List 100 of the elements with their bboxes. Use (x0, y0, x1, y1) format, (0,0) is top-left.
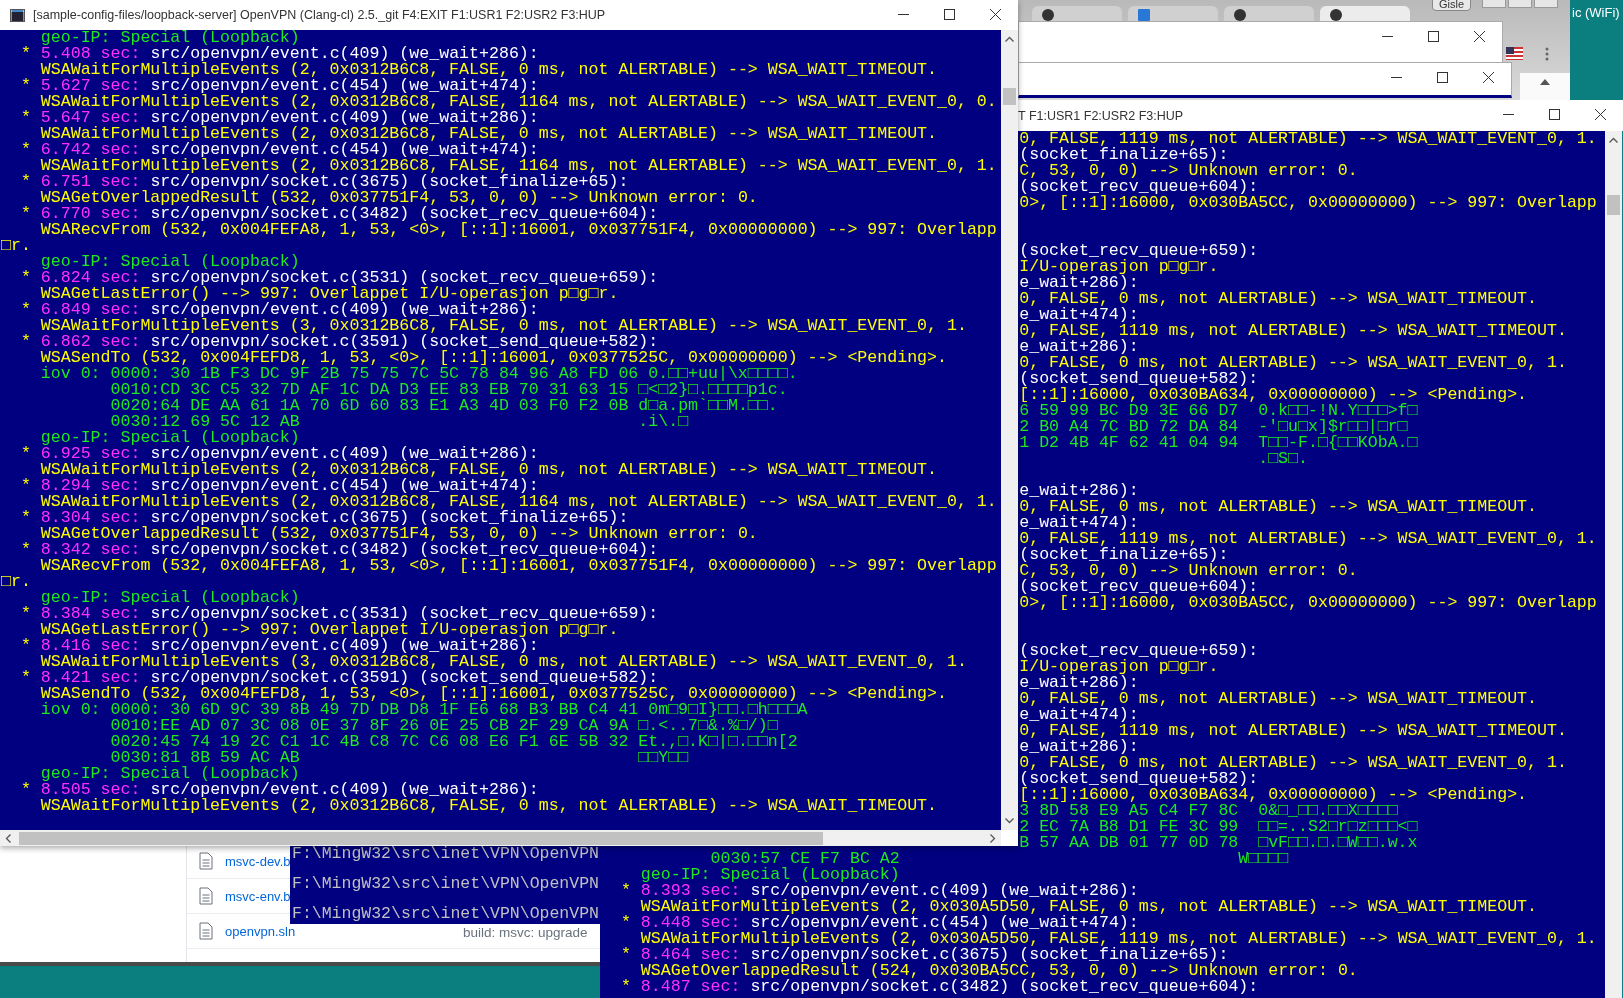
scroll-left-icon[interactable] (5, 833, 11, 843)
console-line: * 6.862 sec: src/openvpn/socket.c(3591) (socket_send_queue+582): (19, 334, 659, 350)
console-line: WSAWaitForMultipleEvents (2, 0x030A5D50, FALSE, 0 ms, not ALERTABLE) --> WSA_WAIT_TIMEOUT. (639, 899, 1539, 915)
console-line: 6 59 99 BC D9 3E 66 D7 0.k□□-!N.Y□□□>f□ (1019, 403, 1419, 419)
commit-message[interactable]: build: msvc: upgrade (463, 925, 588, 941)
console-line: 0030:57 CE F7 BC A2 W□□□□ (709, 851, 1290, 867)
console-line: WSAGetOverlappedResult (524, 0x030BA5CC, 53, 0, 0) --> Unknown error: 0. (639, 963, 1359, 979)
console-line: iov 0: 0000: 30 6D 9C 39 8B 49 7D DB D8 1F E6 68 B3 BB C4 41 0m□9□I}□□.□h□□□A (39, 702, 809, 718)
file-icon (199, 852, 213, 870)
console-line: e_wait+286): (1019, 675, 1139, 691)
console-line: 0020:45 74 19 2C C1 1C 4B C8 7C C6 08 E6 F1 6E 5B 32 Et.,□.K□|□.□□n[2 (109, 734, 799, 750)
console-line: * 6.770 sec: src/openvpn/socket.c(3482) (socket_recv_queue+604): (19, 206, 660, 222)
scroll-up-icon[interactable] (1005, 36, 1014, 42)
console-line: WSAGetLastError() --> 997: Overlappet I/U-operasjon p□g□r. (39, 286, 619, 302)
console-line: WSAWaitForMultipleEvents (2, 0x0312B6C8, FALSE, 0 ms, not ALERTABLE) --> WSA_WAIT_TIMEOUT. (39, 62, 939, 78)
console-line: WSAGetLastError() --> 997: Overlappet I/U-operasjon p□g□r. (39, 622, 619, 638)
console-line: WSAWaitForMultipleEvents (2, 0x030A5D50, FALSE, 1119 ms, not ALERTABLE) --> WSA_WAIT_EVENT_0, 1. (639, 931, 1598, 947)
console-line: * 5.408 sec: src/openvpn/event.c(409) (we_wait+286): (19, 46, 540, 62)
file-icon (199, 922, 213, 940)
console-line: 1 D2 4B 4F 62 41 04 94 T□□-F.□{□□KObA.□ (1019, 435, 1419, 451)
console-line: * 8.342 sec: src/openvpn/socket.c(3482) (socket_recv_queue+604): (19, 542, 660, 558)
console-line: * 8.393 sec: src/openvpn/event.c(409) (we_wait+286): (619, 883, 1140, 899)
maximize-icon (943, 9, 955, 20)
minimize-button[interactable] (1482, 0, 1506, 8)
maximize-icon (1427, 31, 1439, 42)
console-line: * 6.925 sec: src/openvpn/event.c(409) (we_wait+286): (19, 446, 540, 462)
console-line: WSAWaitForMultipleEvents (2, 0x0312B6C8, FALSE, 0 ms, not ALERTABLE) --> WSA_WAIT_TIMEOUT. (39, 126, 939, 142)
file-link[interactable]: msvc-dev.b (225, 853, 291, 869)
console-line: WSAWaitForMultipleEvents (2, 0x0312B6C8, FALSE, 0 ms, not ALERTABLE) --> WSA_WAIT_TIMEOUT. (39, 798, 939, 814)
console-icon (10, 8, 25, 22)
console-line: * 8.294 sec: src/openvpn/event.c(454) (we_wait+474): (19, 478, 539, 494)
console-line: e_wait+474): (1019, 707, 1139, 723)
console-line: geo-IP: Special (Loopback) (39, 766, 300, 782)
console-line: geo-IP: Special (Loopback) (639, 867, 900, 883)
scroll-down-icon[interactable] (1005, 818, 1014, 824)
console-line: .□S□. (1257, 451, 1308, 467)
circle-icon (1042, 9, 1054, 21)
console-line: F:\MingW32\src\inet\VPN\OpenVPN (292, 876, 600, 892)
scrollbar[interactable] (1605, 131, 1622, 998)
console-line: □r. (1, 574, 32, 590)
console-line: * 8.464 sec: src/openvpn/socket.c(3675) (socket_finalize+65): (619, 947, 1229, 963)
window-title: [sample-config-files/loopback-server] OpenVPN (Clang-cl) 2.5._git F4:EXIT F1:USR1 F2:USR2 F3:HUP (33, 8, 606, 22)
scrollbar-thumb[interactable] (19, 831, 823, 845)
close-icon (989, 9, 1001, 20)
console-line: 0, FALSE, 0 ms, not ALERTABLE) --> WSA_WAIT_TIMEOUT. (1019, 691, 1539, 707)
console-line: □r. (1, 238, 32, 254)
console-line: * 8.448 sec: src/openvpn/event.c(454) (we_wait+474): (619, 915, 1139, 931)
scrollbar[interactable] (1520, 73, 1570, 100)
console-line: iov 0: 0000: 30 1B F3 DC 9F 2B 75 75 7C 5C 78 84 96 A8 FD 06 0.□□+uu|\x□□□□. (39, 366, 799, 382)
console-line: e_wait+286): (1019, 483, 1140, 499)
console-line: F:\MingW32\src\inet\VPN\OpenVPN (292, 846, 600, 862)
console-line: 2 B0 A4 7C BD 72 DA 84 -'□u□x]$r□□|□r□ (1019, 419, 1408, 435)
console-line: * 8.416 sec: src/openvpn/event.c(409) (we_wait+286): (19, 638, 539, 654)
scrollbar-thumb[interactable] (1003, 88, 1016, 105)
console-line: WSAWaitForMultipleEvents (2, 0x0312B6C8, FALSE, 1164 ms, not ALERTABLE) --> WSA_WAIT_EVENT_0, 0. (39, 94, 998, 110)
console-line: 0, FALSE, 0 ms, not ALERTABLE) --> WSA_WAIT_EVENT_0, 1. (1019, 755, 1568, 771)
close-button[interactable] (1534, 0, 1558, 8)
console-line: * 5.627 sec: src/openvpn/event.c(454) (we_wait+474): (19, 78, 539, 94)
console-line: B 57 AA DB 01 77 0D 78 □vF□□.□.□W□□.w.x (1019, 835, 1419, 851)
console-line: WSASendTo (532, 0x004FEFD8, 1, 53, <0>, [::1]:16001, 0x0377525C, 0x00000000) --> <Pending>. (39, 686, 948, 702)
file-link[interactable]: msvc-env.b (225, 888, 291, 904)
console-line: WSAWaitForMultipleEvents (3, 0x0312B6C8, FALSE, 0 ms, not ALERTABLE) --> WSA_WAIT_EVENT_0, 1. (39, 318, 968, 334)
console-line: WSAGetOverlappedResult (532, 0x037751F4, 53, 0, 0) --> Unknown error: 0. (39, 526, 759, 542)
close-icon (1594, 109, 1606, 120)
console-line: C, 53, 0, 0) --> Unknown error: 0. (1019, 163, 1359, 179)
scrollbar-thumb[interactable] (1607, 195, 1620, 215)
console-line: WSAWaitForMultipleEvents (3, 0x0312B6C8, FALSE, 0 ms, not ALERTABLE) --> WSA_WAIT_EVENT_0, 1. (39, 654, 968, 670)
console-line: 0>, [::1]:16000, 0x030BA5CC, 0x00000000) --> 997: Overlapp (1019, 595, 1598, 611)
console-line: (socket_finalize+65): (1019, 147, 1229, 163)
console-line: e_wait+286): (1019, 275, 1139, 291)
console-line: * 5.647 sec: src/openvpn/event.c(409) (we_wait+286): (19, 110, 540, 126)
console-line: 0>, [::1]:16000, 0x030BA5CC, 0x00000000) --> 997: Overlapp (1019, 195, 1598, 211)
circle-icon (1330, 9, 1342, 21)
menu-icon[interactable] (1545, 47, 1549, 61)
close-icon (1473, 31, 1485, 42)
console-line: 0030:81 8B 59 AC AB □□Y□□ (109, 750, 689, 766)
scroll-up-icon[interactable] (1540, 79, 1550, 85)
scrollbar[interactable] (1001, 30, 1018, 830)
console-line: * 8.384 sec: src/openvpn/socket.c(3531) (socket_recv_queue+659): (19, 606, 660, 622)
scroll-right-icon[interactable] (990, 833, 996, 843)
file-link[interactable]: openvpn.sln (225, 923, 296, 939)
profile-button[interactable]: Gisle (1432, 0, 1472, 11)
console-line: 0, FALSE, 1119 ms, not ALERTABLE) --> WSA_WAIT_EVENT_0, 1. (1019, 131, 1598, 147)
console-line: WSASendTo (532, 0x004FEFD8, 1, 53, <0>, [::1]:16001, 0x0377525C, 0x00000000) --> <Pending>. (39, 350, 948, 366)
console-line: * 6.824 sec: src/openvpn/socket.c(3531) (socket_recv_queue+659): (19, 270, 660, 286)
console-line: 2 EC 7A B8 D1 FE 3C 99 □□=..S2□r□z□□□<□ (1019, 819, 1419, 835)
scroll-up-icon[interactable] (1609, 137, 1618, 143)
scrollbar[interactable] (0, 830, 1001, 846)
console-line: (socket_recv_queue+659): (1019, 243, 1260, 259)
maximize-icon (1548, 109, 1560, 120)
console-line: [::1]:16000, 0x030BA634, 0x00000000) --> <Pending>. (1019, 387, 1529, 403)
console-line: WSAGetOverlappedResult (532, 0x037751F4, 53, 0, 0) --> Unknown error: 0. (39, 190, 759, 206)
console-line: geo-IP: Special (Loopback) (39, 430, 300, 446)
console-line: * 6.849 sec: src/openvpn/event.c(409) (we_wait+286): (19, 302, 539, 318)
console-line: I/U-operasjon p□g□r. (1019, 659, 1219, 675)
console-line: 0, FALSE, 1119 ms, not ALERTABLE) --> WSA_WAIT_EVENT_0, 1. (1019, 531, 1598, 547)
window-icon (1138, 9, 1150, 21)
console-line: e_wait+474): (1019, 515, 1139, 531)
flag-icon[interactable] (1506, 47, 1523, 60)
window-title: T F1:USR1 F2:USR2 F3:HUP (1018, 108, 1184, 123)
